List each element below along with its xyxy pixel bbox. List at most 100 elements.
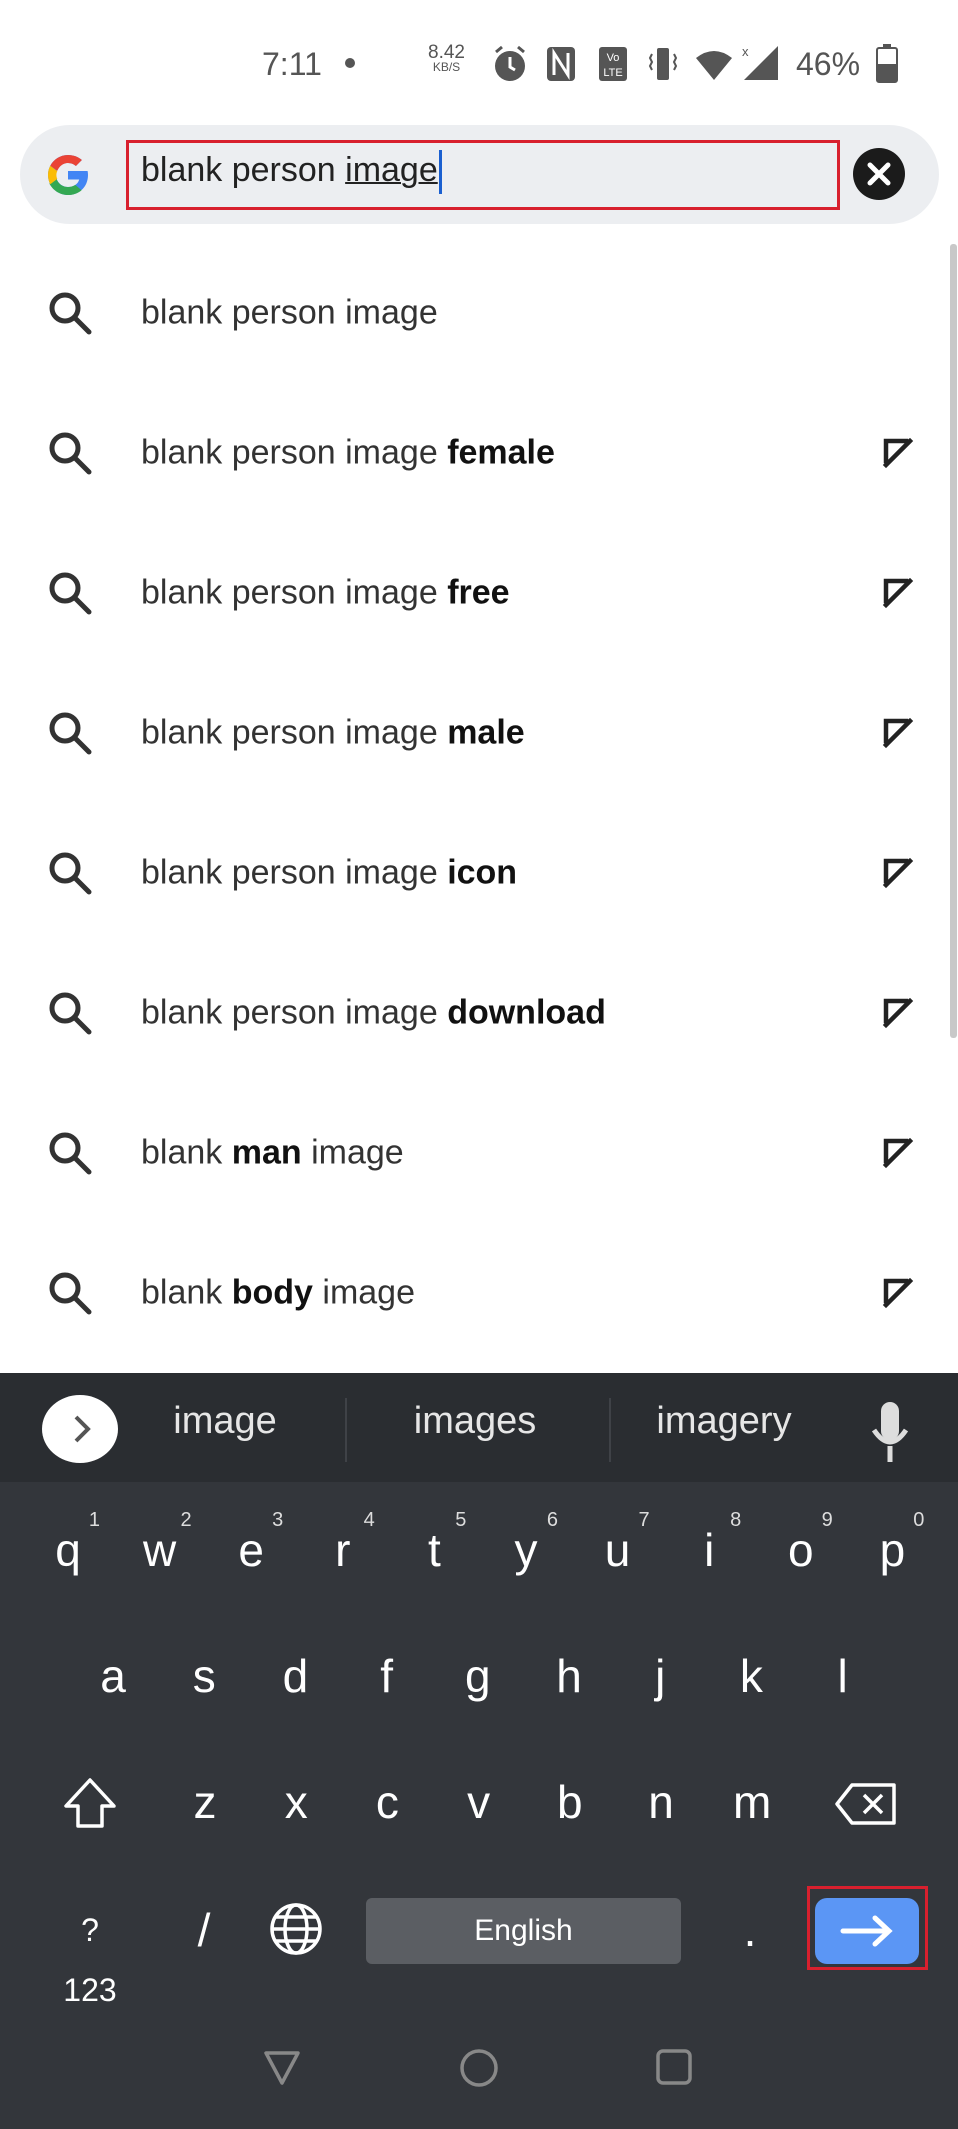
suggestion-text: blank person image free	[141, 574, 510, 613]
suggestion-prefix: blank person image	[141, 993, 448, 1032]
suggestion-item[interactable]: blank body image	[0, 1223, 958, 1363]
key-a[interactable]: a	[73, 1626, 153, 1726]
suggestion-prefix: blank person image	[141, 433, 448, 472]
symbols-key[interactable]: ?123	[60, 1900, 120, 2008]
suggestion-prefix: blank person image	[141, 293, 438, 332]
fill-query-arrow-icon[interactable]	[880, 1135, 916, 1171]
net-speed-value: 8.42	[428, 42, 465, 63]
key-letter: y	[514, 1524, 538, 1576]
suggestion-item[interactable]: blank person image female	[0, 383, 958, 523]
word-suggestion[interactable]: images	[355, 1400, 595, 1443]
fill-query-arrow-icon[interactable]	[880, 575, 916, 611]
period-key[interactable]: .	[710, 1880, 790, 1980]
key-g[interactable]: g	[438, 1626, 518, 1726]
suggestion-item[interactable]: blank person image icon	[0, 803, 958, 943]
key-letter: e	[238, 1524, 264, 1576]
key-z[interactable]: z	[165, 1752, 245, 1852]
key-u[interactable]: u7	[578, 1500, 658, 1600]
key-x[interactable]: x	[256, 1752, 336, 1852]
key-w[interactable]: w2	[120, 1500, 200, 1600]
key-letter: r	[335, 1524, 351, 1576]
word-suggestion[interactable]: imagery	[604, 1400, 844, 1443]
key-number-hint: 1	[88, 1509, 100, 1531]
key-o[interactable]: o9	[761, 1500, 841, 1600]
key-letter: i	[704, 1524, 715, 1576]
suggestion-item[interactable]: blank man image	[0, 1083, 958, 1223]
divider	[345, 1398, 347, 1462]
space-key[interactable]: English	[366, 1898, 681, 1964]
text-cursor	[438, 150, 442, 194]
fill-query-arrow-icon[interactable]	[880, 995, 916, 1031]
wifi-icon	[696, 51, 732, 80]
key-number-hint: 2	[180, 1509, 192, 1531]
key-j[interactable]: j	[620, 1626, 700, 1726]
word-suggestion[interactable]: image	[105, 1400, 345, 1443]
key-v[interactable]: v	[439, 1752, 519, 1852]
key-f[interactable]: f	[347, 1626, 427, 1726]
microphone-button[interactable]	[870, 1400, 910, 1470]
key-r[interactable]: r4	[303, 1500, 383, 1600]
key-t[interactable]: t5	[394, 1500, 474, 1600]
net-speed: 8.42 KB/S	[428, 42, 465, 74]
home-nav-button[interactable]	[458, 2047, 500, 2089]
svg-text:Vo: Vo	[607, 52, 620, 64]
suggestion-prefix: blank	[141, 1133, 232, 1172]
suggestion-item[interactable]: blank person image	[0, 243, 958, 383]
key-number-hint: 8	[730, 1509, 742, 1531]
suggestion-item[interactable]: blank person image male	[0, 663, 958, 803]
key-number-hint: 9	[821, 1509, 833, 1531]
key-number-hint: 7	[638, 1509, 650, 1531]
fill-query-arrow-icon[interactable]	[880, 715, 916, 751]
suggestion-text: blank man image	[141, 1134, 404, 1173]
search-icon	[49, 1272, 92, 1315]
key-letter: p	[879, 1524, 906, 1576]
suggestion-prefix: blank person image	[141, 573, 448, 612]
suggestion-completion: male	[447, 713, 525, 752]
key-letter: t	[428, 1524, 441, 1576]
key-m[interactable]: m	[712, 1752, 792, 1852]
suggestion-prefix: blank person image	[141, 853, 448, 892]
key-q[interactable]: q1	[28, 1500, 108, 1600]
key-c[interactable]: c	[347, 1752, 427, 1852]
search-icon	[49, 712, 92, 755]
suggestion-text: blank body image	[141, 1274, 415, 1313]
key-e[interactable]: e3	[211, 1500, 291, 1600]
key-letter: o	[788, 1524, 814, 1576]
search-icon	[49, 852, 92, 895]
key-i[interactable]: i8	[669, 1500, 749, 1600]
clear-search-button[interactable]	[853, 148, 905, 200]
suggestion-item[interactable]: blank person image free	[0, 523, 958, 663]
key-b[interactable]: b	[530, 1752, 610, 1852]
alarm-icon	[495, 45, 525, 81]
key-p[interactable]: p0	[852, 1500, 932, 1600]
backspace-key[interactable]	[834, 1782, 898, 1826]
nfc-icon	[547, 47, 575, 81]
suggestion-item[interactable]: blank person image download	[0, 943, 958, 1083]
search-icon	[49, 292, 92, 335]
fill-query-arrow-icon[interactable]	[880, 435, 916, 471]
suggestion-completion: free	[447, 573, 510, 612]
key-s[interactable]: s	[164, 1626, 244, 1726]
key-d[interactable]: d	[255, 1626, 335, 1726]
slash-key[interactable]: /	[164, 1880, 244, 1980]
shift-key[interactable]	[62, 1776, 118, 1830]
key-n[interactable]: n	[621, 1752, 701, 1852]
back-nav-button[interactable]	[262, 2047, 302, 2087]
signal-icon: x	[742, 44, 778, 80]
fill-query-arrow-icon[interactable]	[880, 1275, 916, 1311]
query-text: blank person	[141, 150, 346, 189]
volte-icon: Vo LTE	[599, 47, 627, 81]
key-y[interactable]: y6	[486, 1500, 566, 1600]
key-k[interactable]: k	[711, 1626, 791, 1726]
key-h[interactable]: h	[529, 1626, 609, 1726]
key-l[interactable]: l	[803, 1626, 883, 1726]
net-speed-unit: KB/S	[432, 60, 461, 74]
suggestion-text: blank person image	[141, 294, 438, 333]
fill-query-arrow-icon[interactable]	[880, 855, 916, 891]
suggestion-text: blank person image icon	[141, 854, 517, 893]
key-letter: u	[604, 1524, 631, 1576]
recents-nav-button[interactable]	[654, 2047, 694, 2087]
language-globe-key[interactable]	[268, 1901, 324, 1957]
notification-dot	[345, 58, 355, 68]
suggestion-completion: man	[231, 1133, 302, 1172]
